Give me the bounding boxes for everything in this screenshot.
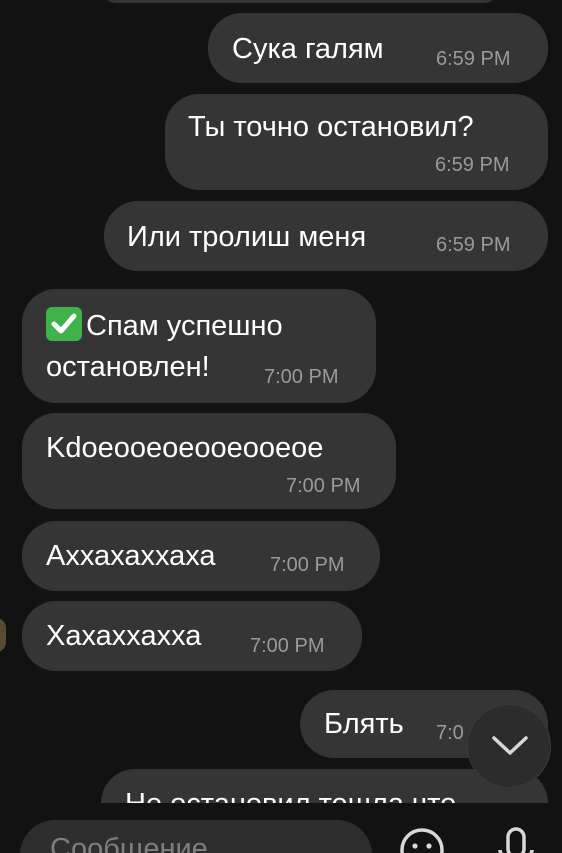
message-bubble-outgoing[interactable]: Ты точно остановил? 6:59 PM [165,94,548,190]
chat-screen: Сука галям 6:59 PM Ты точно остановил? 6… [0,0,562,853]
message-timestamp: 7:00 PM [270,554,345,576]
check-mark-emoji-icon [46,307,82,341]
message-text: Аххахаххаха [46,540,216,572]
message-bubble-incoming[interactable]: Хахаххахха 7:00 PM [22,601,362,671]
message-text: Kdoeooeoeooeooeoe [46,432,324,464]
message-timestamp: 7:00 PM [286,475,361,497]
message-bubble-outgoing[interactable]: Сука галям 6:59 PM [208,13,548,83]
message-input[interactable] [48,832,352,853]
emoji-icon[interactable] [398,826,446,853]
message-bubble-incoming[interactable]: Аххахаххаха 7:00 PM [22,521,380,591]
message-timestamp: 6:59 PM [435,154,510,176]
message-text: остановлен! [46,351,210,383]
message-bubble-incoming[interactable]: Kdoeooeoeooeooeoe 7:00 PM [22,413,396,509]
message-timestamp: 7:00 PM [250,635,325,657]
message-text-line: Спам успешно [46,307,283,345]
message-bubble-incoming[interactable]: Спам успешно остановлен! 7:00 PM [22,289,376,403]
message-timestamp: 6:59 PM [436,234,511,256]
microphone-icon[interactable] [496,826,536,853]
message-text: Блять [324,708,404,740]
message-timestamp: 6:59 PM [436,48,511,70]
message-text: Хахаххахха [46,620,202,652]
message-composer[interactable] [20,820,372,853]
message-text: Ты точно остановил? [188,111,474,143]
message-text: Или тролиш меня [127,221,367,253]
chevron-down-icon [492,736,528,755]
message-text: Спам успешно [86,310,283,342]
message-text: Не остановил тешла что [125,785,456,803]
message-bubble-partial [100,0,500,3]
scroll-to-bottom-button[interactable] [467,704,551,788]
message-text: Сука галям [232,33,384,65]
avatar[interactable] [0,618,6,652]
message-timestamp: 7:00 PM [264,366,339,388]
message-timestamp: 7:0 [436,722,464,744]
message-bubble-outgoing[interactable]: Или тролиш меня 6:59 PM [104,201,548,271]
message-list[interactable]: Сука галям 6:59 PM Ты точно остановил? 6… [0,0,562,803]
